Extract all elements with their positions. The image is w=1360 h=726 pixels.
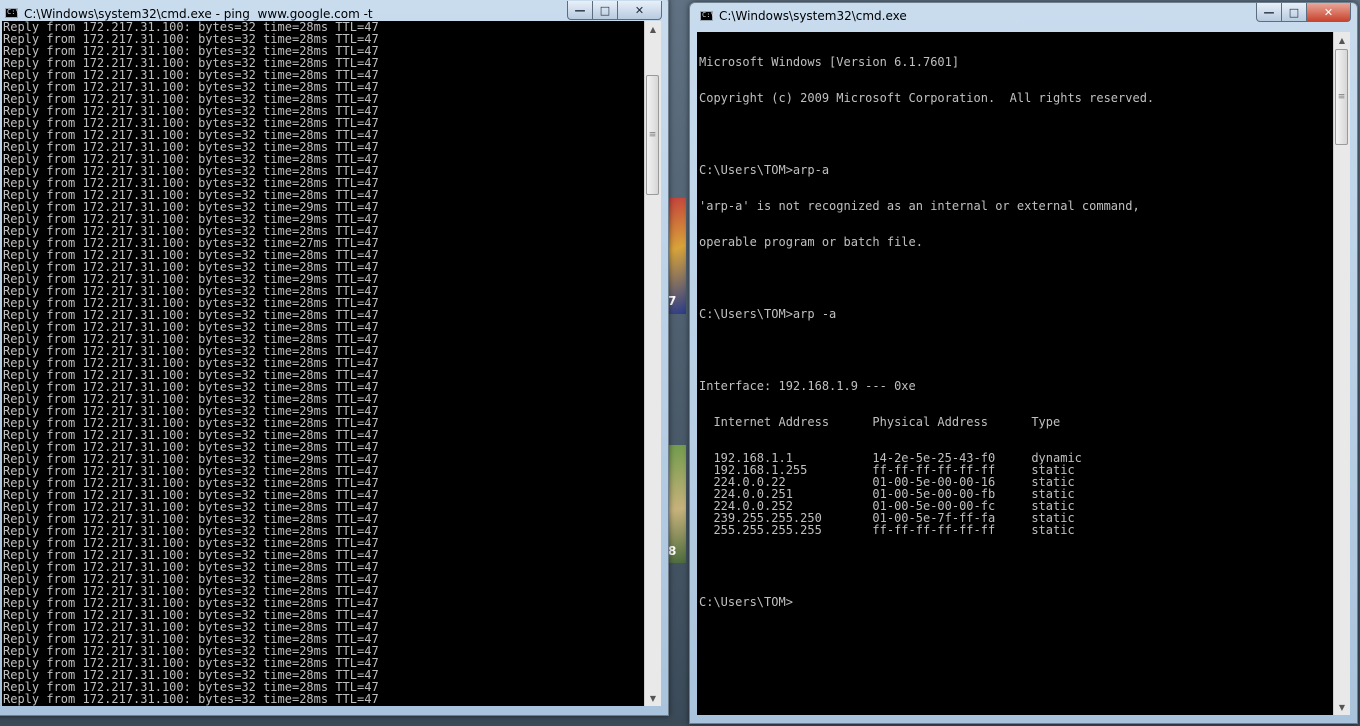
ping-cmd-window[interactable]: C:\Windows\system32\cmd.exe - ping www.g… (0, 0, 669, 716)
console-line: Copyright (c) 2009 Microsoft Corporation… (699, 91, 1155, 105)
desktop-tile-number: 7 (668, 294, 677, 308)
console-line: Microsoft Windows [Version 6.1.7601] (699, 55, 960, 69)
window-controls: — □ ✕ (1256, 3, 1351, 23)
arp-cmd-window[interactable]: C:\Windows\system32\cmd.exe — □ ✕ Micros… (689, 2, 1358, 724)
scroll-up-arrow-icon[interactable]: ▲ (645, 21, 661, 37)
title-bar[interactable]: C:\Windows\system32\cmd.exe — □ ✕ (690, 3, 1357, 27)
vertical-scrollbar[interactable]: ▲ ≡ ▼ (644, 21, 661, 706)
ping-reply-line: Reply from 172.217.31.100: bytes=32 time… (3, 692, 379, 706)
title-bar[interactable]: C:\Windows\system32\cmd.exe - ping www.g… (0, 0, 668, 21)
scroll-up-arrow-icon[interactable]: ▲ (1334, 32, 1350, 48)
desktop-tile-number: 8 (668, 544, 677, 558)
scrollbar-thumb[interactable]: ≡ (1335, 49, 1348, 145)
close-button[interactable]: ✕ (618, 1, 662, 20)
console-output[interactable]: Microsoft Windows [Version 6.1.7601] Cop… (697, 32, 1333, 715)
window-title: C:\Windows\system32\cmd.exe (719, 9, 907, 23)
arp-table: 192.168.1.1 14-2e-5e-25-43-f0 dynamic 19… (699, 452, 1333, 536)
console-output[interactable]: Reply from 172.217.31.100: bytes=32 time… (2, 21, 644, 706)
console-error-line: operable program or batch file. (699, 235, 923, 249)
desktop: 7 8 C:\Windows\system32\cmd.exe - ping w… (0, 0, 1360, 726)
console-error-line: 'arp-a' is not recognized as an internal… (699, 199, 1140, 213)
minimize-button[interactable]: — (567, 1, 593, 20)
window-controls: — □ ✕ (567, 1, 662, 21)
cmd-icon[interactable] (5, 8, 20, 18)
scroll-down-arrow-icon[interactable]: ▼ (645, 690, 661, 706)
console-command: C:\Users\TOM>arp-a (699, 163, 830, 177)
maximize-button[interactable]: □ (1282, 3, 1307, 22)
close-button[interactable]: ✕ (1307, 3, 1351, 22)
arp-interface-line: Interface: 192.168.1.9 --- 0xe (699, 379, 916, 393)
minimize-button[interactable]: — (1256, 3, 1282, 22)
arp-table-header: Internet Address Physical Address Type (699, 415, 1061, 429)
maximize-button[interactable]: □ (593, 1, 618, 20)
console-command: C:\Users\TOM>arp -a (699, 307, 837, 321)
vertical-scrollbar[interactable]: ▲ ≡ ▼ (1333, 32, 1350, 715)
cmd-icon[interactable] (700, 11, 715, 21)
arp-table-row: 255.255.255.255 ff-ff-ff-ff-ff-ff static (699, 523, 1075, 537)
scrollbar-thumb[interactable]: ≡ (646, 75, 659, 195)
console-prompt[interactable]: C:\Users\TOM> (699, 596, 1333, 608)
scroll-down-arrow-icon[interactable]: ▼ (1334, 699, 1350, 715)
window-title: C:\Windows\system32\cmd.exe - ping www.g… (24, 7, 373, 21)
